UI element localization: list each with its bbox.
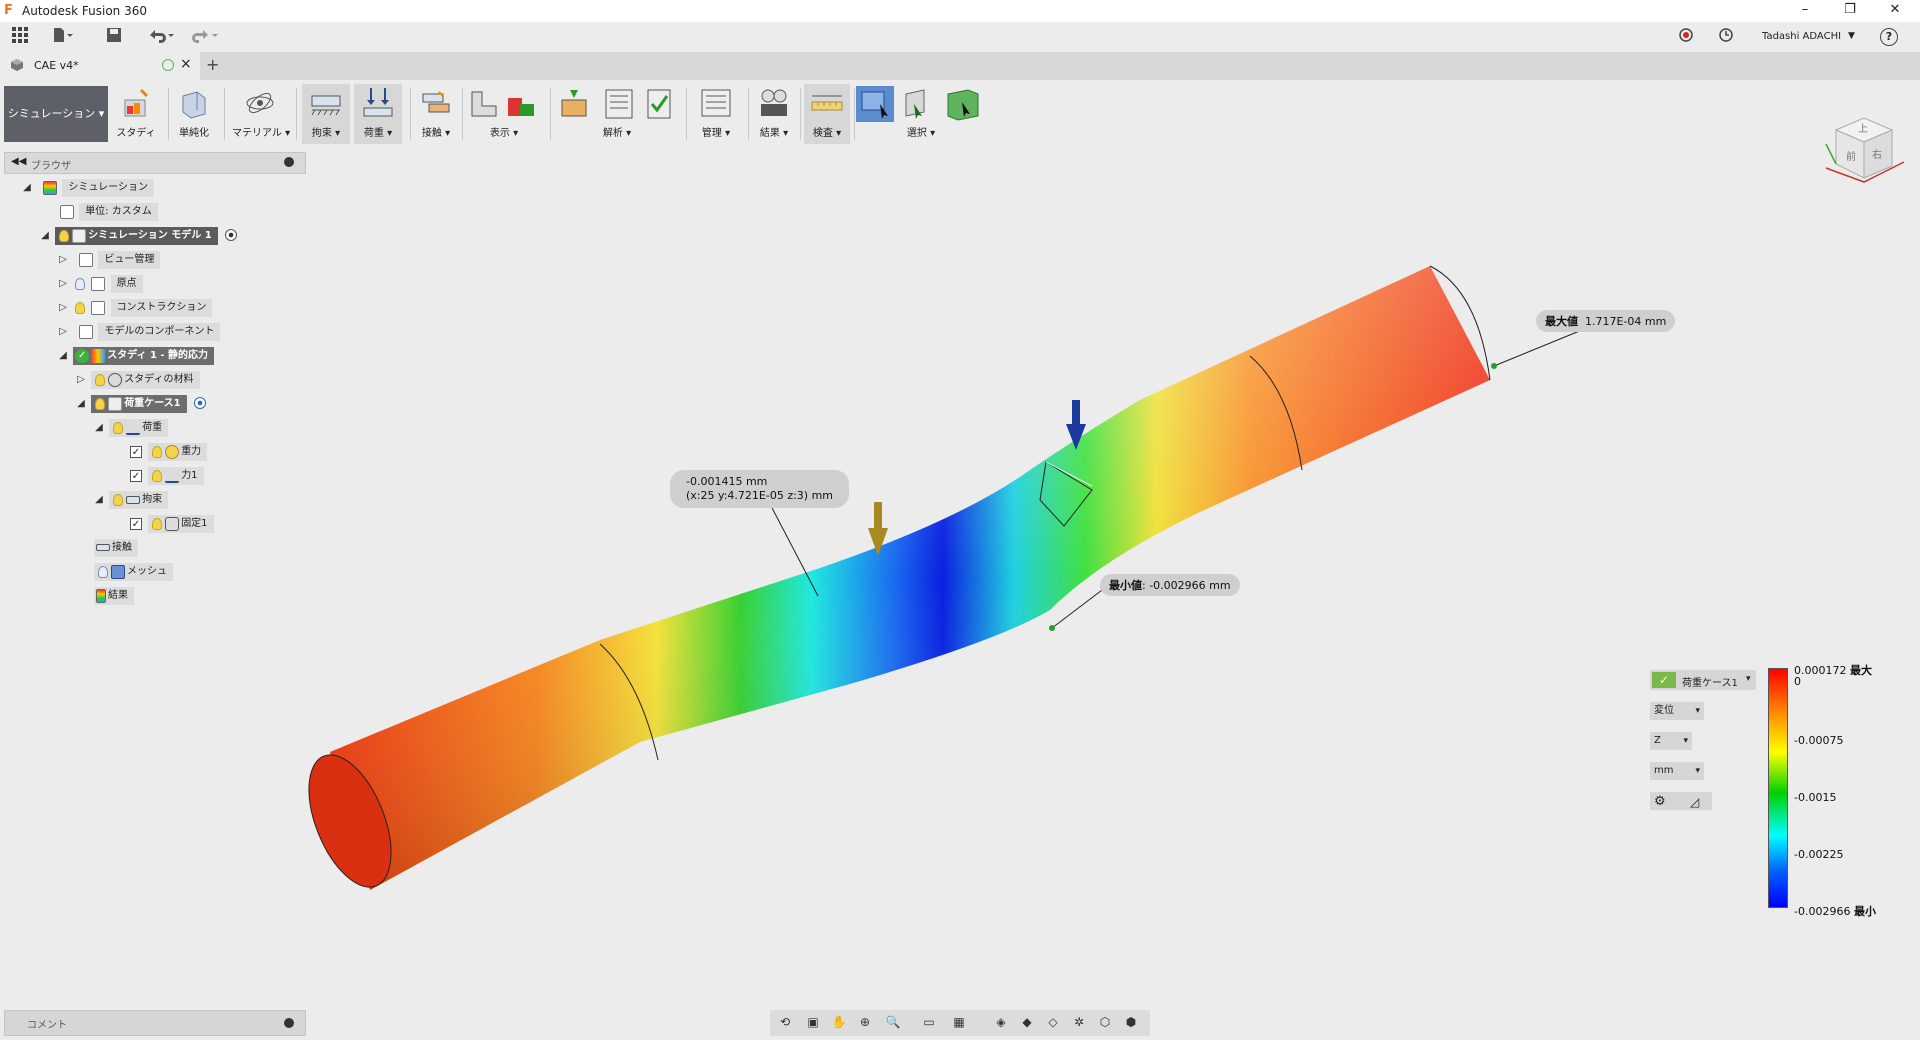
orbit-icon[interactable]: ⟲ bbox=[776, 1015, 794, 1031]
max-value: 1.717E-04 mm bbox=[1585, 315, 1667, 328]
outline-icon[interactable]: ⬢ bbox=[1122, 1015, 1140, 1031]
comment-panel[interactable]: コメント bbox=[4, 1010, 306, 1036]
viewcube-front-label: 前 bbox=[1846, 152, 1856, 163]
look-at-icon[interactable]: ▣ bbox=[804, 1015, 822, 1031]
min-label: 最小値 bbox=[1109, 579, 1142, 592]
chevron-down-icon: ▾ bbox=[1683, 736, 1688, 746]
add-comment-icon[interactable] bbox=[284, 1018, 294, 1028]
legend-tick-3: -0.00225 bbox=[1794, 848, 1844, 861]
check-icon: ✓ bbox=[1652, 672, 1676, 688]
result-type-dropdown[interactable]: 変位 ▾ bbox=[1650, 702, 1704, 720]
visible-edges-icon[interactable]: ⬡ bbox=[1096, 1015, 1114, 1031]
grid-icon[interactable]: ▦ bbox=[950, 1015, 968, 1031]
probe-coordinates: (x:25 y:4.721E-05 z:3) mm bbox=[686, 489, 834, 502]
min-value-callout[interactable]: 最小値: -0.002966 mm bbox=[1100, 574, 1240, 596]
result-type-label: 変位 bbox=[1654, 705, 1674, 716]
max-value-callout[interactable]: 最大値 1.717E-04 mm bbox=[1536, 310, 1676, 332]
navigation-toolbar: ⟲ ▣ ✋ ⊕ 🔍 ▭ ▦ ◈ ◆ ◇ ✲ ⬡ ⬢ bbox=[770, 1010, 1150, 1036]
view-cube[interactable]: 上 前 右 bbox=[1816, 104, 1906, 194]
chevron-down-icon: ▾ bbox=[1695, 766, 1700, 776]
gear-icon[interactable]: ⚙ bbox=[1654, 793, 1666, 811]
display-settings-icon[interactable]: ▭ bbox=[920, 1015, 938, 1031]
legend-tick-min: -0.002966 最小 bbox=[1794, 903, 1876, 919]
legend-tick-2: -0.0015 bbox=[1794, 791, 1837, 804]
wireframe-icon[interactable]: ✲ bbox=[1070, 1015, 1088, 1031]
viewcube-top-label: 上 bbox=[1858, 124, 1868, 135]
viewcube-right-label: 右 bbox=[1872, 150, 1882, 161]
legend-tick-max: 0.000172 最大 bbox=[1794, 662, 1872, 678]
hidden-edges-icon[interactable]: ◇ bbox=[1044, 1015, 1062, 1031]
comment-label: コメント bbox=[27, 1020, 67, 1031]
load-case-selector[interactable]: ✓ 荷重ケース1 ▾ bbox=[1650, 670, 1756, 690]
max-label: 最大値 bbox=[1545, 315, 1578, 328]
chevron-down-icon: ▾ bbox=[1695, 706, 1700, 716]
max-leader-line bbox=[1493, 329, 1583, 367]
min-value: -0.002966 mm bbox=[1149, 579, 1231, 592]
min-marker bbox=[1049, 625, 1055, 631]
fit-zoom-icon[interactable]: 🔍 bbox=[884, 1015, 902, 1031]
deformed-pipe-model[interactable] bbox=[292, 265, 1491, 899]
probe-value: -0.001415 mm bbox=[686, 475, 768, 488]
legend-tick-zero: 0 bbox=[1794, 675, 1801, 688]
legend-tick-value: -0.002966 bbox=[1794, 905, 1851, 918]
shaded-edges-icon[interactable]: ◆ bbox=[1018, 1015, 1036, 1031]
pan-hand-icon[interactable]: ✋ bbox=[830, 1015, 848, 1031]
legend-orientation-icon[interactable]: ◿ bbox=[1690, 793, 1699, 811]
legend-max-tag: 最大 bbox=[1850, 664, 1872, 677]
legend-settings-group: ⚙ ◿ bbox=[1650, 792, 1712, 810]
viewport-canvas[interactable] bbox=[0, 0, 1920, 1040]
probe-callout[interactable]: -0.001415 mm (x:25 y:4.721E-05 z:3) mm bbox=[670, 470, 850, 508]
component-label: Z bbox=[1654, 735, 1661, 746]
chevron-down-icon: ▾ bbox=[1746, 674, 1751, 684]
legend-min-tag: 最小 bbox=[1853, 905, 1876, 918]
component-dropdown[interactable]: Z ▾ bbox=[1650, 732, 1692, 750]
zoom-icon[interactable]: ⊕ bbox=[856, 1015, 874, 1031]
unit-label: mm bbox=[1654, 765, 1674, 776]
max-marker bbox=[1491, 363, 1497, 369]
legend-tick-value: 0.000172 bbox=[1794, 664, 1847, 677]
color-legend-bar bbox=[1768, 668, 1788, 908]
legend-tick-1: -0.00075 bbox=[1794, 734, 1844, 747]
shaded-view-icon[interactable]: ◈ bbox=[992, 1015, 1010, 1031]
unit-dropdown[interactable]: mm ▾ bbox=[1650, 762, 1704, 780]
load-case-label: 荷重ケース1 bbox=[1682, 678, 1738, 689]
